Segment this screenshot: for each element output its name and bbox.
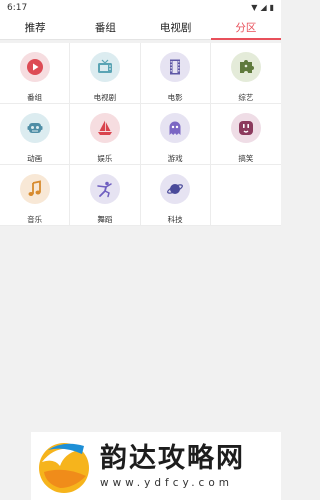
status-time: 6:17 <box>7 3 28 13</box>
puzzle-icon <box>230 52 261 82</box>
category-music[interactable]: 音乐 <box>0 165 71 226</box>
watermark-url: www.ydfcy.com <box>100 477 233 489</box>
battery-icon: ▮ <box>269 3 274 12</box>
watermark-title: 韵达攻略网 <box>100 443 245 474</box>
category-entertainment[interactable]: 娱乐 <box>70 104 141 165</box>
category-technology[interactable]: 科技 <box>140 165 211 226</box>
category-movie[interactable]: 电影 <box>140 43 211 104</box>
film-icon <box>160 52 191 82</box>
tv-icon <box>89 52 120 82</box>
category-variety[interactable]: 综艺 <box>210 43 281 104</box>
category-animation[interactable]: 动画 <box>0 104 71 165</box>
tab-tv-series[interactable]: 电视剧 <box>141 16 211 39</box>
socket-icon <box>230 113 261 143</box>
category-tv-series[interactable]: 电视剧 <box>70 43 141 104</box>
watermark-logo-icon <box>39 443 89 493</box>
dancer-icon <box>89 174 120 204</box>
ghost-icon <box>160 113 191 143</box>
signal-icon: ◢ <box>260 3 267 12</box>
planet-icon <box>160 174 191 204</box>
wifi-icon: ▼ <box>251 3 258 12</box>
category-bangumi[interactable]: 番组 <box>0 43 71 104</box>
category-games[interactable]: 游戏 <box>140 104 211 165</box>
tab-categories[interactable]: 分区 <box>210 16 282 40</box>
music-icon <box>19 174 50 204</box>
status-bar: 6:17 ▼ ◢ ▮ <box>0 0 281 16</box>
sailboat-icon <box>89 113 120 143</box>
top-tab-bar: 推荐 番组 电视剧 分区 <box>0 16 282 40</box>
tab-bangumi[interactable]: 番组 <box>70 16 140 39</box>
watermark-banner: 韵达攻略网 www.ydfcy.com <box>31 432 281 500</box>
play-icon <box>19 52 50 82</box>
category-dance[interactable]: 舞蹈 <box>70 165 141 226</box>
robot-icon <box>19 113 50 143</box>
tab-recommend[interactable]: 推荐 <box>0 16 70 39</box>
category-grid: 番组 电视剧 电影 综艺 动画 娱乐 游戏 搞笑 音乐 舞蹈 科技 <box>0 43 281 226</box>
empty-cell <box>210 165 281 226</box>
category-funny[interactable]: 搞笑 <box>210 104 281 165</box>
